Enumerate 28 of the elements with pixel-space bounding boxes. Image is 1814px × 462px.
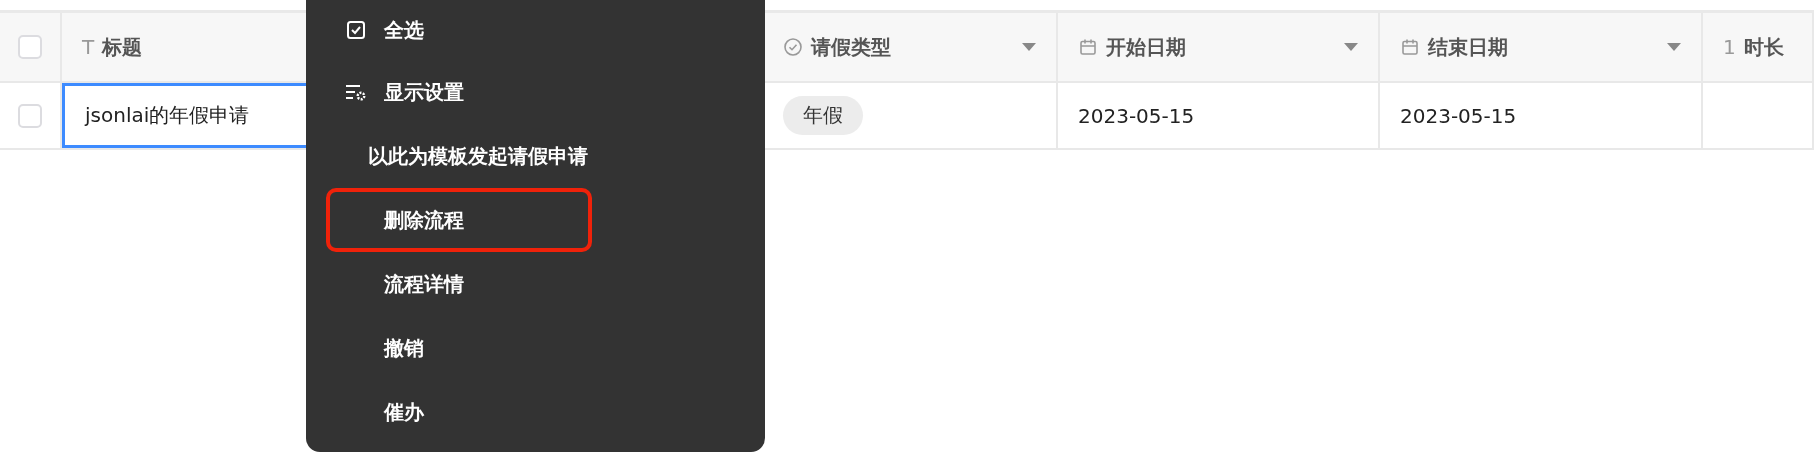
check-circle-icon <box>783 37 803 57</box>
menu-item[interactable]: 全选 <box>326 0 592 60</box>
menu-item[interactable]: 催办 <box>326 380 592 444</box>
column-header: 时长 <box>1743 33 1784 61</box>
menu-item[interactable]: 撤销 <box>326 316 592 380</box>
column-header: 请假类型 <box>811 33 891 61</box>
column-header: 标题 <box>102 33 143 61</box>
calendar-icon <box>1400 37 1420 57</box>
caret-icon[interactable] <box>1667 43 1681 51</box>
select-all-checkbox[interactable] <box>18 35 42 59</box>
row-checkbox[interactable] <box>18 103 42 128</box>
table-cell: jsonlai的年假申请 <box>85 102 250 129</box>
caret-icon[interactable] <box>1022 43 1036 51</box>
menu-item[interactable]: 删除流程 <box>326 188 592 252</box>
caret-icon[interactable] <box>1344 43 1358 51</box>
settings-icon <box>345 83 367 101</box>
table-cell: 2023-05-15 <box>1078 103 1195 128</box>
menu-item[interactable]: 流程详情 <box>326 252 592 316</box>
field-type-icon: 1 <box>1723 35 1736 59</box>
column-header: 开始日期 <box>1106 33 1186 61</box>
calendar-icon <box>1078 37 1098 57</box>
menu-item[interactable]: 显示设置 <box>326 60 592 124</box>
column-header: 结束日期 <box>1428 33 1508 61</box>
field-type-icon: T <box>82 35 95 59</box>
table-cell: 2023-05-15 <box>1400 103 1517 128</box>
menu-item[interactable]: 以此为模板发起请假申请 <box>326 124 592 188</box>
leave-type-tag: 年假 <box>783 96 863 135</box>
checkbox-icon <box>346 20 366 40</box>
